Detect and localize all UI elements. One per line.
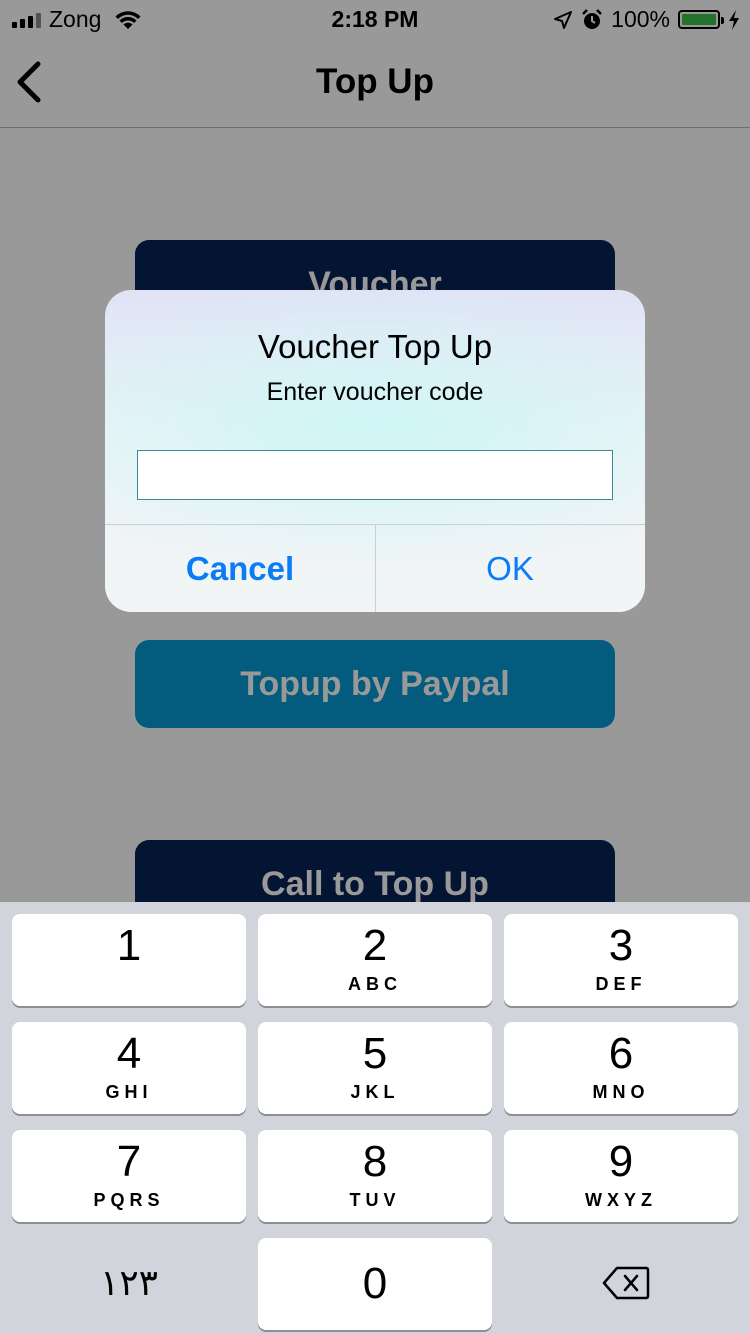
key-letters: JKL: [350, 1082, 400, 1102]
key-digit: 3: [608, 921, 634, 970]
key-2[interactable]: 2 ABC: [258, 914, 492, 1006]
key-letters: DEF: [595, 974, 647, 994]
key-digit: 2: [362, 921, 388, 970]
key-6[interactable]: 6 MNO: [504, 1022, 738, 1114]
key-7[interactable]: 7 PQRS: [12, 1130, 246, 1222]
key-digit: 7: [116, 1137, 142, 1186]
key-digit: 8: [362, 1137, 388, 1186]
arabic-numerals-key[interactable]: ١٢٣: [12, 1238, 246, 1330]
key-0[interactable]: 0: [258, 1238, 492, 1330]
key-digit: 1: [116, 921, 142, 970]
key-digit: 5: [362, 1029, 388, 1078]
key-4[interactable]: 4 GHI: [12, 1022, 246, 1114]
alert-title: Voucher Top Up: [257, 328, 493, 365]
key-digit: 6: [608, 1029, 634, 1078]
key-letters: MNO: [592, 1082, 650, 1102]
voucher-alert-dialog: Voucher Top Up Enter voucher code Cancel…: [105, 290, 645, 612]
key-digit: 4: [116, 1029, 142, 1078]
key-digit: 9: [608, 1137, 634, 1186]
alert-message: Enter voucher code: [266, 378, 484, 406]
ok-button[interactable]: OK: [375, 525, 645, 612]
key-3[interactable]: 3 DEF: [504, 914, 738, 1006]
backspace-icon: [602, 1266, 650, 1300]
key-letters: TUV: [349, 1190, 401, 1210]
key-letters: ABC: [348, 974, 402, 994]
voucher-code-input[interactable]: [137, 450, 613, 500]
numeric-keypad: 1 2 ABC 3 DEF 4 GHI 5 JKL 6 MNO 7 PQRS 8…: [0, 902, 750, 1334]
key-letters: WXYZ: [585, 1190, 657, 1210]
key-letters: GHI: [105, 1082, 153, 1102]
arabic-numerals-label: ١٢٣: [99, 1262, 158, 1303]
key-5[interactable]: 5 JKL: [258, 1022, 492, 1114]
cancel-button[interactable]: Cancel: [105, 525, 375, 612]
key-8[interactable]: 8 TUV: [258, 1130, 492, 1222]
key-9[interactable]: 9 WXYZ: [504, 1130, 738, 1222]
delete-key[interactable]: [504, 1238, 738, 1330]
key-digit: 0: [362, 1259, 388, 1308]
key-letters: PQRS: [93, 1190, 165, 1210]
key-1[interactable]: 1: [12, 914, 246, 1006]
